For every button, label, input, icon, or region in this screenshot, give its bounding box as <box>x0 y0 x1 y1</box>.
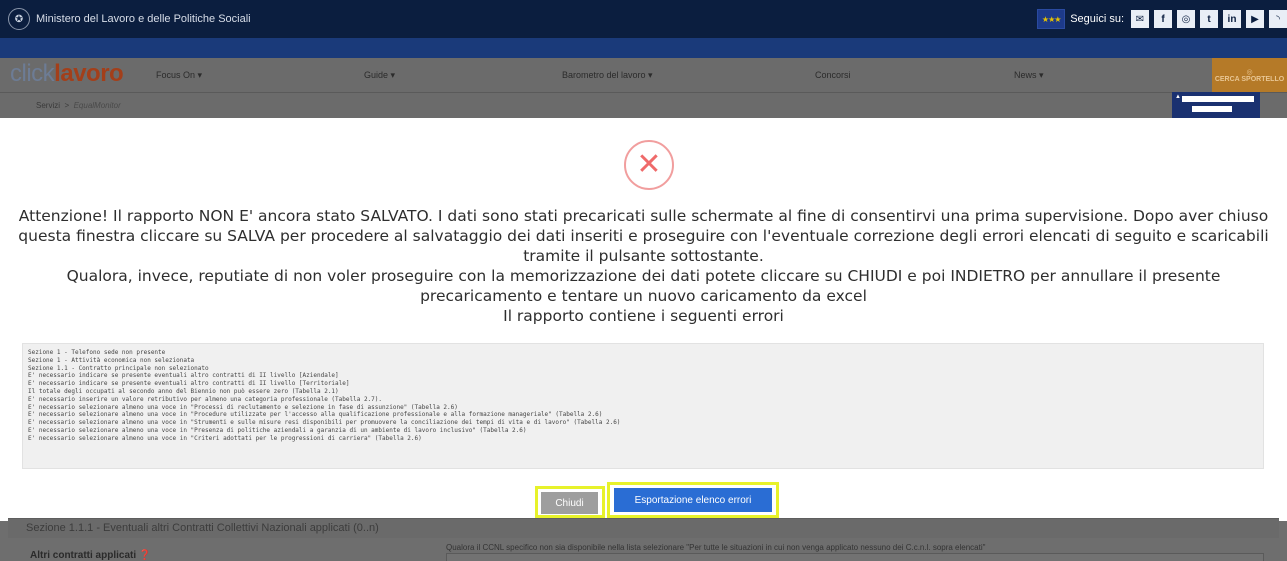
cerca-sportello-button[interactable]: ◎ CERCA SPORTELLO <box>1212 58 1287 92</box>
section-title: Sezione 1.1.1 - Eventuali altri Contratt… <box>26 522 379 534</box>
error-item: E' necessario selezionare almeno una voc… <box>28 426 527 434</box>
error-item: E' necessario selezionare almeno una voc… <box>28 403 458 411</box>
cliclavoro-logo[interactable]: clicklavoro <box>10 60 124 88</box>
close-button[interactable]: Chiudi <box>541 492 598 514</box>
dialog-message: Attenzione! Il rapporto NON E' ancora st… <box>4 206 1283 326</box>
breadcrumb-current: EqualMonitor <box>73 101 121 110</box>
logo-bold-text: lavoro <box>54 60 124 87</box>
error-item: Sezione 1 - Attività economica non selez… <box>28 356 195 364</box>
youtube-icon[interactable]: ▶ <box>1246 10 1264 28</box>
social-links: ★★★ Seguici su: ✉ f ◎ t in ▶ ◝ <box>1037 9 1287 29</box>
breadcrumb-separator: > <box>64 101 70 110</box>
nav-concorsi[interactable]: Concorsi <box>815 70 851 80</box>
linkedin-icon[interactable]: in <box>1223 10 1241 28</box>
message-alternative: Qualora, invece, reputiate di non voler … <box>66 267 1221 305</box>
twitter-icon[interactable]: t <box>1200 10 1218 28</box>
breadcrumb: Servizi > EqualMonitor <box>36 101 121 110</box>
cerca-sportello-label: CERCA SPORTELLO <box>1214 75 1285 83</box>
rss-icon[interactable]: ◝ <box>1269 10 1287 28</box>
error-item: Sezione 1 - Telefono sede non presente <box>28 349 166 356</box>
error-item: E' necessario selezionare almeno una voc… <box>28 419 621 427</box>
error-item: E' necessario indicare se presente event… <box>28 372 339 380</box>
main-navbar: clicklavoro Focus On ▾ Guide ▾ Barometro… <box>0 58 1287 92</box>
message-warning: Attenzione! Il rapporto NON E' ancora st… <box>18 207 1269 265</box>
ministry-topbar: ✪ Ministero del Lavoro e delle Politiche… <box>0 0 1287 38</box>
nav-barometro[interactable]: Barometro del lavoro ▾ <box>562 70 653 81</box>
close-button-highlight: Chiudi <box>535 486 605 518</box>
breadcrumb-servizi[interactable]: Servizi <box>36 101 60 110</box>
error-x-icon: ✕ <box>624 140 674 190</box>
user-icon: ▲ <box>1175 94 1181 100</box>
logo-light-text: click <box>10 60 55 87</box>
nav-focus-on[interactable]: Focus On ▾ <box>156 70 202 81</box>
ccnl-hint: Qualora il CCNL specifico non sia dispon… <box>446 543 986 552</box>
error-item: Il totale degli occupati al secondo anno… <box>28 387 339 395</box>
error-item: E' necessario inserire un valore retribu… <box>28 395 383 403</box>
error-item: Sezione 1.1 - Contratto principale non s… <box>28 364 209 372</box>
blue-strip <box>0 38 1287 58</box>
error-item: E' necessario selezionare almeno una voc… <box>28 434 422 442</box>
ministry-name[interactable]: Ministero del Lavoro e delle Politiche S… <box>36 13 251 25</box>
page: ✪ Ministero del Lavoro e delle Politiche… <box>0 0 1287 561</box>
instagram-icon[interactable]: ◎ <box>1177 10 1195 28</box>
error-list[interactable]: Sezione 1 - Telefono sede non presente S… <box>22 343 1264 469</box>
error-item: E' necessario indicare se presente event… <box>28 380 350 388</box>
export-errors-button[interactable]: Esportazione elenco errori <box>614 488 772 512</box>
facebook-icon[interactable]: f <box>1154 10 1172 28</box>
location-icon: ◎ <box>1246 68 1253 76</box>
user-account-box[interactable]: ▲ <box>1172 92 1260 118</box>
error-item: E' necessario selezionare almeno una voc… <box>28 411 603 419</box>
ministry-emblem-icon: ✪ <box>8 8 30 30</box>
user-name-redacted <box>1182 96 1254 102</box>
user-role-redacted <box>1192 106 1232 112</box>
breadcrumb-bar: Servizi > EqualMonitor <box>0 92 1287 118</box>
message-errors-heading: Il rapporto contiene i seguenti errori <box>503 307 784 325</box>
export-button-highlight: Esportazione elenco errori <box>607 482 779 518</box>
altri-contratti-label: Altri contratti applicati ❓ <box>30 550 152 561</box>
nav-guide[interactable]: Guide ▾ <box>364 70 395 81</box>
error-dialog: ✕ Attenzione! Il rapporto NON E' ancora … <box>0 118 1287 521</box>
altri-contratti-select[interactable] <box>446 553 1264 561</box>
eu-flag-icon: ★★★ <box>1037 9 1066 29</box>
mail-icon[interactable]: ✉ <box>1131 10 1149 28</box>
nav-news[interactable]: News ▾ <box>1014 70 1044 81</box>
seguici-label: Seguici su: <box>1070 13 1124 25</box>
